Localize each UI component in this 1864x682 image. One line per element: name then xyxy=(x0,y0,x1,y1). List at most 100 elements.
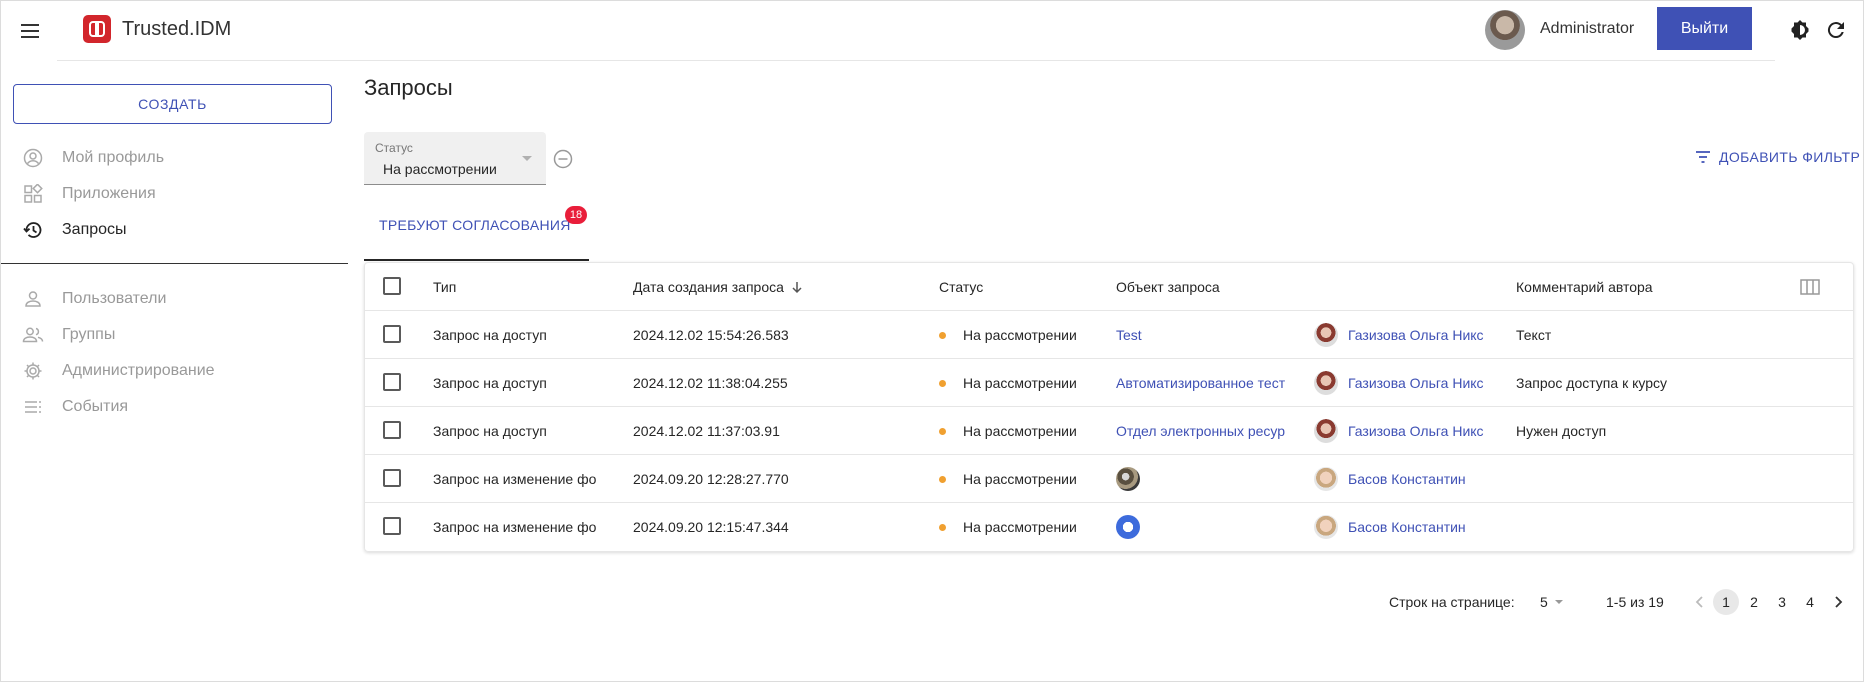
person-icon xyxy=(21,287,45,311)
apps-icon xyxy=(21,182,45,206)
cell-date: 2024.12.02 15:54:26.583 xyxy=(633,327,789,343)
sidebar-item-groups[interactable]: Группы xyxy=(21,321,115,349)
sidebar-item-apps[interactable]: Приложения xyxy=(21,180,156,208)
cell-type: Запрос на доступ xyxy=(433,423,547,439)
column-header-type[interactable]: Тип xyxy=(433,263,456,311)
cell-author[interactable]: Басов Константин xyxy=(1314,503,1484,551)
table-row[interactable]: Запрос на доступ 2024.12.02 15:54:26.583… xyxy=(365,311,1853,359)
cell-comment: Нужен доступ xyxy=(1516,423,1607,439)
sidebar-item-events[interactable]: События xyxy=(21,393,128,421)
chevron-down-icon xyxy=(1554,600,1563,604)
tab-pending-approval[interactable]: ТРЕБУЮТ СОГЛАСОВАНИЯ 18 xyxy=(364,203,589,261)
cell-object-link[interactable]: Test xyxy=(1116,311,1286,359)
sidebar-item-label: Приложения xyxy=(62,185,156,202)
page-button-4[interactable]: 4 xyxy=(1797,589,1823,615)
column-header-comment[interactable]: Комментарий автора xyxy=(1516,263,1653,311)
cell-object[interactable] xyxy=(1116,503,1150,551)
status-dot-icon xyxy=(939,331,946,339)
row-checkbox[interactable] xyxy=(383,469,401,487)
filter-value: На рассмотрении xyxy=(383,161,497,177)
status-dot-icon xyxy=(939,523,946,531)
cell-status: На рассмотрении xyxy=(939,407,1077,455)
page-button-2[interactable]: 2 xyxy=(1741,589,1767,615)
sidebar-item-label: Запросы xyxy=(62,221,127,238)
sidebar-item-profile[interactable]: Мой профиль xyxy=(21,144,164,172)
cell-type: Запрос на доступ xyxy=(433,375,547,391)
user-avatar[interactable] xyxy=(1485,10,1525,50)
theme-toggle-icon[interactable] xyxy=(1788,18,1812,42)
sidebar-item-label: Группы xyxy=(62,326,116,343)
cell-author[interactable]: Газизова Ольга Никс xyxy=(1314,311,1484,359)
chevron-down-icon xyxy=(522,156,532,161)
cell-status: На рассмотрении xyxy=(939,311,1077,359)
cell-author[interactable]: Газизова Ольга Никс xyxy=(1314,407,1484,455)
cell-author[interactable]: Газизова Ольга Никс xyxy=(1314,359,1484,407)
table-row[interactable]: Запрос на изменение фо 2024.09.20 12:15:… xyxy=(365,503,1853,551)
logout-button[interactable]: Выйти xyxy=(1657,7,1752,50)
table-header-row: Тип Дата создания запроса Статус Объект … xyxy=(365,263,1853,311)
list-icon xyxy=(21,395,45,419)
rows-per-page-select[interactable]: 5 xyxy=(1540,590,1563,614)
cell-object-link[interactable]: Автоматизированное тест xyxy=(1116,359,1286,407)
add-filter-label: ДОБАВИТЬ ФИЛЬТР xyxy=(1719,149,1861,165)
author-link[interactable]: Газизова Ольга Никс xyxy=(1348,375,1484,391)
status-dot-icon xyxy=(939,427,946,435)
row-checkbox[interactable] xyxy=(383,421,401,439)
author-link[interactable]: Газизова Ольга Никс xyxy=(1348,423,1484,439)
refresh-icon[interactable] xyxy=(1824,18,1848,42)
sidebar-item-users[interactable]: Пользователи xyxy=(21,285,166,313)
row-checkbox[interactable] xyxy=(383,517,401,535)
app-header: Trusted.IDM Administrator Выйти xyxy=(0,0,1864,61)
previous-page-icon[interactable] xyxy=(1687,589,1713,615)
status-text: На рассмотрении xyxy=(963,327,1077,343)
row-checkbox[interactable] xyxy=(383,325,401,343)
table-row[interactable]: Запрос на изменение фо 2024.09.20 12:28:… xyxy=(365,455,1853,503)
add-filter-button[interactable]: ДОБАВИТЬ ФИЛЬТР xyxy=(1694,148,1860,166)
select-all-checkbox[interactable] xyxy=(383,277,401,295)
create-button[interactable]: СОЗДАТЬ xyxy=(13,84,332,124)
author-link[interactable]: Басов Константин xyxy=(1348,471,1466,487)
cell-object-link[interactable]: Отдел электронных ресур xyxy=(1116,407,1286,455)
sidebar-divider xyxy=(1,263,348,264)
columns-icon[interactable] xyxy=(1799,276,1821,298)
status-filter-select[interactable]: Статус На рассмотрении xyxy=(364,132,546,185)
arrow-down-icon xyxy=(790,280,804,294)
tab-label: ТРЕБУЮТ СОГЛАСОВАНИЯ xyxy=(379,217,571,233)
status-text: На рассмотрении xyxy=(963,423,1077,439)
object-avatar xyxy=(1116,515,1140,539)
row-checkbox[interactable] xyxy=(383,373,401,391)
avatar xyxy=(1314,323,1338,347)
table-row[interactable]: Запрос на доступ 2024.12.02 11:38:04.255… xyxy=(365,359,1853,407)
column-header-object[interactable]: Объект запроса xyxy=(1116,263,1220,311)
page-button-1[interactable]: 1 xyxy=(1713,589,1739,615)
gear-icon xyxy=(21,359,45,383)
sidebar-item-requests[interactable]: Запросы xyxy=(21,216,127,244)
avatar xyxy=(1314,467,1338,491)
cell-author[interactable]: Басов Константин xyxy=(1314,455,1484,503)
cell-comment: Запрос доступа к курсу xyxy=(1516,375,1667,391)
status-dot-icon xyxy=(939,379,946,387)
page-title: Запросы xyxy=(364,75,453,100)
status-text: На рассмотрении xyxy=(963,375,1077,391)
author-link[interactable]: Газизова Ольга Никс xyxy=(1348,327,1484,343)
author-link[interactable]: Басов Константин xyxy=(1348,519,1466,535)
next-page-icon[interactable] xyxy=(1825,589,1851,615)
history-icon xyxy=(21,218,45,242)
app-title: Trusted.IDM xyxy=(122,18,232,40)
account-circle-icon xyxy=(21,146,45,170)
cell-object[interactable] xyxy=(1116,455,1150,503)
page-button-3[interactable]: 3 xyxy=(1769,589,1795,615)
table-row[interactable]: Запрос на доступ 2024.12.02 11:37:03.91 … xyxy=(365,407,1853,455)
user-name: Administrator xyxy=(1540,20,1635,37)
sidebar-item-label: Мой профиль xyxy=(62,149,165,166)
remove-filter-icon[interactable] xyxy=(553,149,573,169)
menu-icon[interactable] xyxy=(19,19,43,43)
object-avatar xyxy=(1116,467,1140,491)
cell-status: На рассмотрении xyxy=(939,359,1077,407)
column-header-status[interactable]: Статус xyxy=(939,263,983,311)
cell-date: 2024.12.02 11:37:03.91 xyxy=(633,423,780,439)
column-header-date[interactable]: Дата создания запроса xyxy=(633,263,804,311)
sidebar: СОЗДАТЬ Мой профиль Приложения Запросы П… xyxy=(0,60,348,682)
cell-type: Запрос на изменение фо xyxy=(433,519,597,535)
sidebar-item-administration[interactable]: Администрирование xyxy=(21,357,215,385)
